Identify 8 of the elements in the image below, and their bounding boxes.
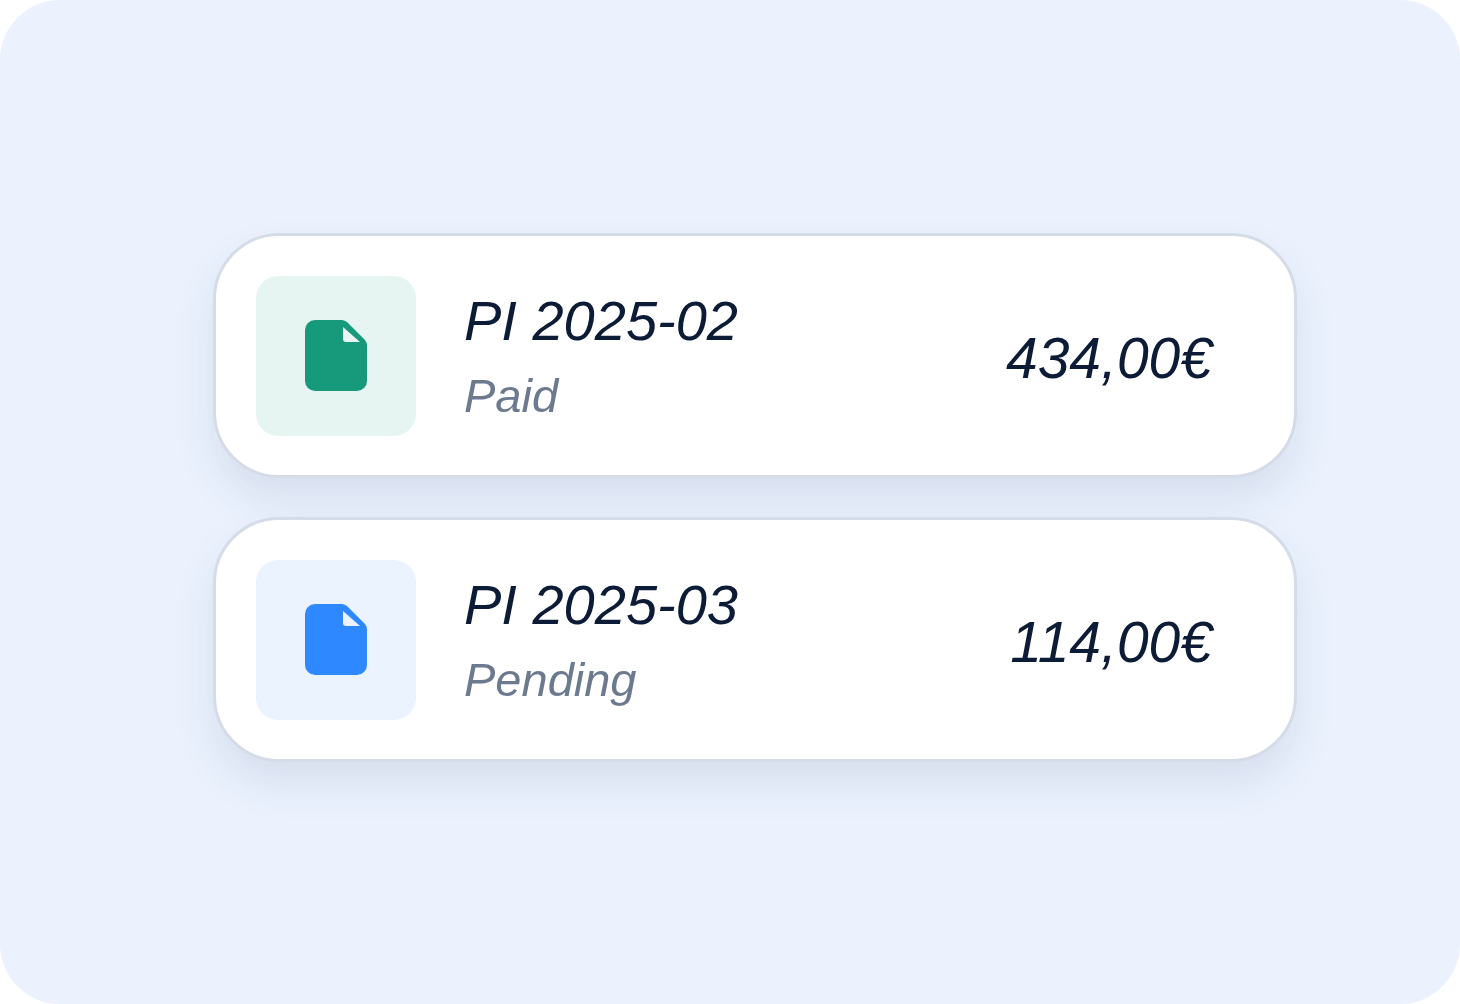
invoice-amount: 434,00€: [1005, 327, 1212, 388]
invoice-card[interactable]: PI 2025-03 Pending 114,00€: [213, 517, 1297, 762]
invoice-amount: 114,00€: [1010, 611, 1212, 672]
invoice-number: PI 2025-03: [464, 571, 738, 638]
invoice-status: Pending: [464, 651, 637, 708]
invoice-card[interactable]: PI 2025-02 Paid 434,00€: [213, 233, 1297, 478]
invoice-status: Paid: [464, 367, 559, 424]
invoice-number: PI 2025-02: [464, 287, 738, 354]
